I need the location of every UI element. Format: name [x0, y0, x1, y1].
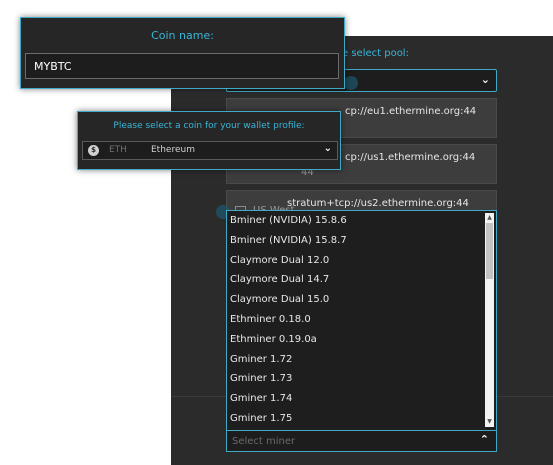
chevron-up-icon: ⌃	[479, 433, 489, 446]
miner-select[interactable]: Select miner ⌃	[226, 430, 497, 452]
coin-icon: $	[88, 145, 99, 156]
miner-option[interactable]: Bminer (NVIDIA) 15.8.6	[227, 211, 496, 231]
coin-name-panel: Coin name: MYBTC	[20, 17, 345, 89]
coin-name-title: Coin name:	[151, 29, 214, 42]
coin-name-input[interactable]: MYBTC	[25, 53, 339, 79]
miner-option[interactable]: Claymore Dual 12.0	[227, 251, 496, 271]
pool-url: cp://us1.ethermine.org:44	[345, 152, 476, 163]
wallet-coin-title: Please select a coin for your wallet pro…	[113, 121, 305, 131]
wallet-coin-select[interactable]: $ ETH Ethereum ⌄	[82, 141, 338, 160]
miner-option[interactable]: Gminer 1.72	[227, 350, 496, 370]
miner-option[interactable]: Claymore Dual 14.7	[227, 270, 496, 290]
miner-option[interactable]: Ethminer 0.18.0	[227, 310, 496, 330]
chevron-down-icon: ⌄	[323, 143, 332, 154]
scroll-up-arrow-icon[interactable]: ▲	[485, 213, 494, 223]
miner-option[interactable]: Gminer 1.75	[227, 409, 496, 429]
chevron-down-icon: ⌄	[480, 73, 490, 86]
miner-option[interactable]: Claymore Dual 15.0	[227, 290, 496, 310]
miner-option[interactable]: Ethminer 0.19.0a	[227, 330, 496, 350]
miner-dropdown-list[interactable]: Bminer (NVIDIA) 15.8.6 Bminer (NVIDIA) 1…	[226, 210, 497, 430]
miner-select-placeholder: Select miner	[232, 436, 296, 447]
pool-label: e select pool:	[342, 48, 409, 59]
focus-glow	[344, 76, 358, 90]
pool-url: stratum+tcp://us2.ethermine.org:44	[287, 198, 469, 209]
coin-ticker: ETH	[109, 145, 127, 155]
miner-option[interactable]: Gminer 1.73	[227, 369, 496, 389]
coin-name: Ethereum	[151, 145, 195, 155]
scrollbar-thumb[interactable]	[486, 223, 493, 279]
miner-option[interactable]: Bminer (NVIDIA) 15.8.7	[227, 231, 496, 251]
miner-option[interactable]: Gminer 1.74	[227, 389, 496, 409]
wallet-coin-panel: Please select a coin for your wallet pro…	[77, 111, 341, 170]
scroll-down-arrow-icon[interactable]: ▼	[485, 417, 494, 427]
pool-url: cp://eu1.ethermine.org:44	[345, 106, 477, 117]
